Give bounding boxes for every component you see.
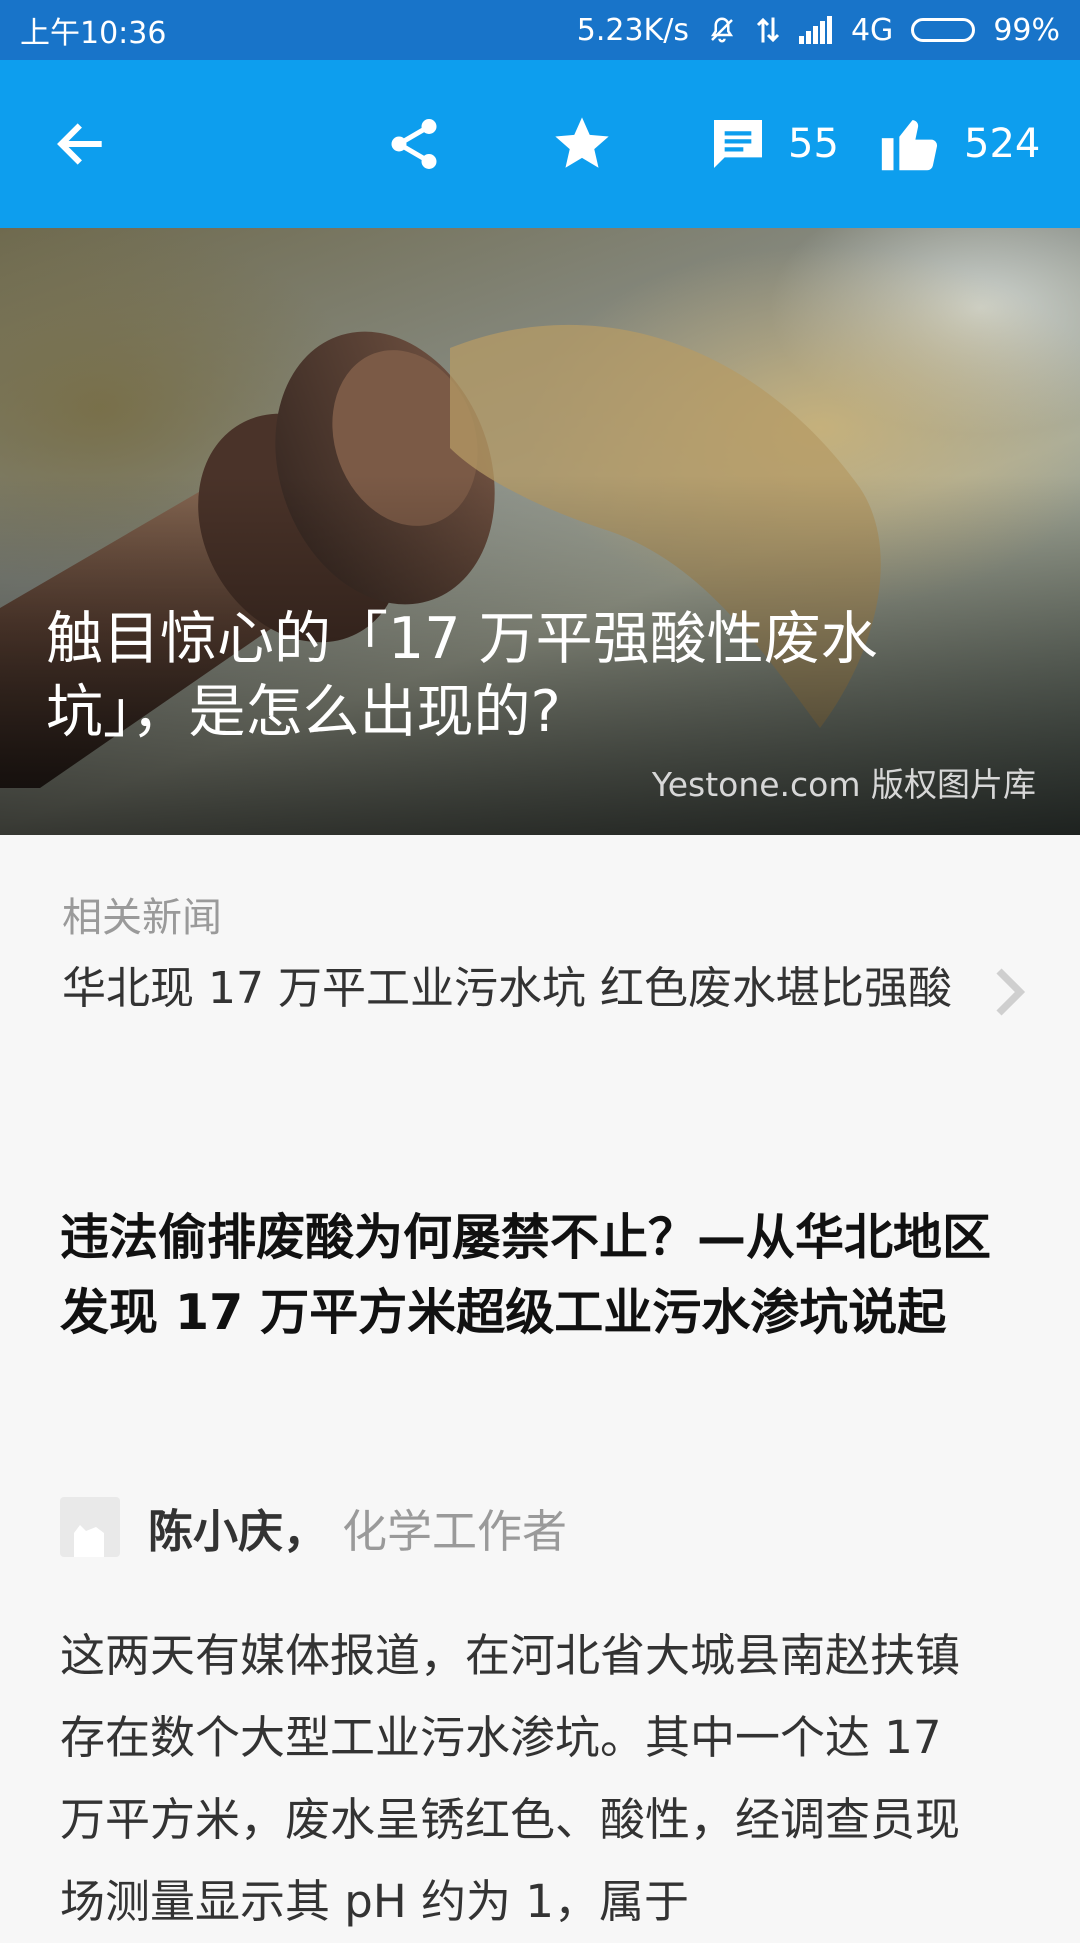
avatar[interactable] — [60, 1497, 120, 1557]
battery-percent: 99% — [993, 12, 1060, 48]
share-button[interactable] — [384, 60, 444, 228]
status-bar: 上午10:36 5.23K/s 4G 99% — [0, 0, 1080, 60]
back-button[interactable] — [52, 60, 108, 228]
image-credit: Yestone.com 版权图片库 — [651, 765, 1036, 804]
thumbs-up-icon — [876, 109, 946, 179]
back-arrow-icon — [52, 116, 108, 172]
favorite-button[interactable] — [550, 60, 614, 228]
comment-icon — [706, 112, 770, 176]
battery-icon — [911, 18, 976, 42]
article-body: 这两天有媒体报道，在河北省大城县南赵扶镇存在数个大型工业污水渗坑。其中一个达 1… — [60, 1629, 961, 1928]
related-news-link[interactable]: 华北现 17 万平工业污水坑 红色废水堪比强酸 — [62, 960, 962, 1018]
signal-icon — [798, 16, 833, 44]
mute-icon — [707, 15, 737, 45]
status-time: 上午10:36 — [20, 16, 167, 51]
comment-count: 55 — [788, 121, 839, 167]
hero-title: 触目惊心的「17 万平强酸性废水坑」，是怎么出现的? — [46, 606, 878, 745]
article-title: 违法偷排废酸为何屡禁不止？—从华北地区发现 17 万平方米超级工业污水渗坑说起 — [60, 1209, 992, 1341]
chevron-right-icon[interactable] — [990, 965, 1026, 1023]
share-icon — [384, 114, 444, 174]
network-type: 4G — [850, 12, 894, 48]
hero-image: 触目惊心的「17 万平强酸性废水坑」，是怎么出现的? Yestone.com 版… — [0, 228, 1080, 835]
status-right: 5.23K/s 4G 99% — [577, 13, 1060, 48]
data-transfer-icon — [755, 15, 781, 45]
like-button[interactable]: 524 — [876, 60, 1040, 228]
author-role: 化学工作者 — [342, 1504, 568, 1558]
related-news-label: 相关新闻 — [62, 895, 222, 941]
network-speed: 5.23K/s — [576, 12, 689, 48]
author-name[interactable]: 陈小庆， — [148, 1495, 328, 1560]
like-count: 524 — [964, 121, 1041, 167]
article-toolbar: 55 524 — [0, 60, 1080, 228]
author-line: 陈小庆， 化学工作者 — [60, 1495, 567, 1559]
comments-button[interactable]: 55 — [706, 60, 839, 228]
star-icon — [550, 112, 614, 176]
